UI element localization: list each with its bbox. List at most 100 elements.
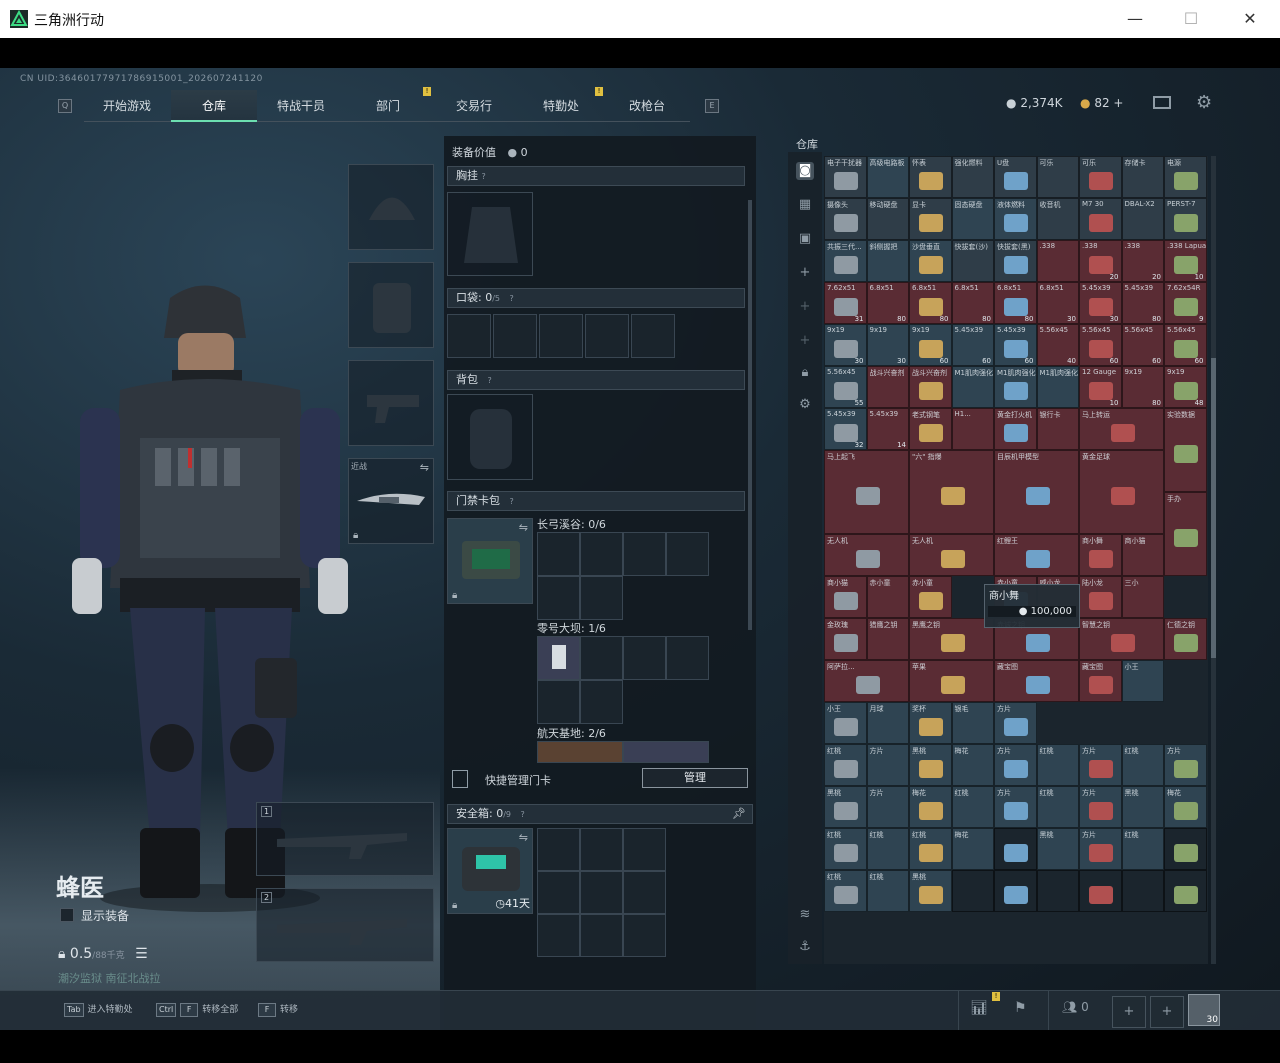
storage-item[interactable]: 智慧之钥 [1079,618,1164,660]
storage-settings-icon[interactable]: ⚙ [796,396,814,414]
storage-item[interactable]: 无人机 [824,534,909,576]
storage-add-icon[interactable]: + [796,264,814,282]
help-icon[interactable]: ? [521,810,525,819]
storage-item[interactable]: 5.56x45 60 [1164,324,1207,366]
storage-item[interactable]: M7 30 [1079,198,1122,240]
storage-item[interactable]: 12 Gauge 10 [1079,366,1122,408]
pocket-cell[interactable] [539,314,583,358]
storage-add-icon[interactable]: + [796,298,814,316]
storage-item[interactable]: 5.45x39 30 [1079,282,1122,324]
armor-slot[interactable] [348,262,434,348]
storage-item[interactable]: 红桃 [1121,744,1164,786]
storage-item[interactable]: 红桃 [909,828,952,870]
storage-item[interactable]: 红桃 [1036,786,1079,828]
storage-item[interactable] [1079,870,1122,912]
tab-special-ops[interactable]: 特勤处 [518,90,604,122]
minimize-button[interactable]: — [1124,8,1146,30]
nav-next-key[interactable]: E [705,99,719,113]
storage-item[interactable]: 9x19 48 [1164,366,1207,408]
pin-icon[interactable]: 📌︎ [732,805,746,823]
nav-prev-key[interactable]: Q [58,99,72,113]
safe-case-slot[interactable]: ⇋ 🔒︎ ◷41天 [447,828,533,914]
safe-cell[interactable] [623,871,666,914]
keycard-case-slot[interactable]: ⇋ 🔒︎ [447,518,533,604]
safe-cell[interactable] [623,828,666,871]
storage-item[interactable]: 方片 [1079,744,1122,786]
storage-item[interactable]: 显卡 [909,198,952,240]
manage-button[interactable]: 管理 [642,768,748,788]
storage-item[interactable]: 可乐 [1079,156,1122,198]
storage-item[interactable]: .338 20 [1079,240,1122,282]
keycard-cell[interactable] [580,636,623,680]
storage-item[interactable]: 5.56x45 60 [1079,324,1122,366]
storage-item[interactable]: 6.8x51 80 [994,282,1037,324]
storage-item[interactable]: 5.45x39 14 [866,408,909,450]
storage-item[interactable]: 马上转运 [1079,408,1164,450]
storage-item[interactable]: 方片 [866,786,909,828]
storage-item[interactable]: 5.56x45 55 [824,366,867,408]
storage-item[interactable]: 黑桃 [909,744,952,786]
storage-item[interactable]: H1... [951,408,994,450]
storage-anchor-icon[interactable]: ⚓︎ [796,938,814,956]
tab-department[interactable]: 部门 [345,90,431,122]
storage-weapons-icon[interactable]: ▦ [796,196,814,214]
safe-cell[interactable] [537,914,580,957]
storage-item[interactable]: 方片 [866,744,909,786]
keycard-cell[interactable] [580,532,623,576]
storage-item[interactable]: 5.45x39 60 [951,324,994,366]
storage-item[interactable]: 7.62x51 31 [824,282,867,324]
flag-icon[interactable]: ⚑ [1014,1000,1027,1016]
storage-item[interactable] [951,870,994,912]
storage-item[interactable]: 收音机 [1036,198,1079,240]
storage-item[interactable]: .338 [1036,240,1079,282]
storage-item[interactable]: 月球 [866,702,909,744]
avatar[interactable]: 30 [1188,994,1220,1026]
storage-item[interactable]: 高级电路板 [866,156,909,198]
storage-item[interactable]: M1肌肉强化 [951,366,994,408]
storage-item[interactable]: 手办 [1164,492,1207,576]
storage-item[interactable]: 猎鹰之钥 [866,618,909,660]
storage-item[interactable]: 9x19 80 [1121,366,1164,408]
friends-display[interactable]: 👥︎ 0 [1062,1000,1089,1014]
safe-cell[interactable] [623,914,666,957]
storage-item[interactable]: 斜侧握把 [866,240,909,282]
storage-item[interactable]: 快拔套(沙) [951,240,994,282]
keycard-cell[interactable] [537,680,580,724]
storage-item[interactable]: 奖杯 [909,702,952,744]
storage-item[interactable]: 电源 [1164,156,1207,198]
keycard-cell[interactable] [666,532,709,576]
storage-item[interactable]: 7.62x54R 9 [1164,282,1207,324]
storage-item[interactable]: 怀表 [909,156,952,198]
storage-item[interactable]: 商小猫 [824,576,867,618]
storage-item[interactable]: 战斗兴奋剂 [866,366,909,408]
storage-item[interactable]: 6.8x51 30 [1036,282,1079,324]
pocket-cell[interactable] [631,314,675,358]
keycard-cell[interactable] [580,680,623,724]
storage-item[interactable]: M1肌肉强化 [1036,366,1079,408]
stats-icon[interactable]: 📊︎ [970,1000,988,1016]
storage-item[interactable]: 9x19 30 [866,324,909,366]
safe-cell[interactable] [580,914,623,957]
storage-item[interactable]: 移动硬盘 [866,198,909,240]
safe-cell[interactable] [537,828,580,871]
storage-camera-icon[interactable]: ▣ [796,230,814,248]
storage-item[interactable]: 9x19 60 [909,324,952,366]
primary-weapon-slot[interactable]: 1 [256,802,434,876]
storage-item[interactable]: 黑桃 [909,870,952,912]
storage-add-icon[interactable]: + [796,332,814,350]
storage-item[interactable]: PERST-7 [1164,198,1207,240]
storage-item[interactable]: 9x19 30 [824,324,867,366]
melee-slot[interactable]: 近战 ⇋ 🔒︎ [348,458,434,544]
backpack-slot[interactable] [447,394,533,480]
storage-item[interactable]: 6.8x51 80 [866,282,909,324]
storage-item[interactable]: 5.56x45 60 [1121,324,1164,366]
storage-item[interactable]: 黄金足球 [1079,450,1164,534]
storage-item[interactable]: 方片 [1079,786,1122,828]
help-icon[interactable]: ? [510,294,514,303]
storage-item[interactable]: 可乐 [1036,156,1079,198]
storage-item[interactable]: 实验数据 [1164,408,1207,492]
pistol-slot[interactable] [348,360,434,446]
swap-icon[interactable]: ⇋ [420,461,429,474]
show-equipment-checkbox[interactable] [60,908,74,922]
storage-item[interactable]: 小王 [824,702,867,744]
